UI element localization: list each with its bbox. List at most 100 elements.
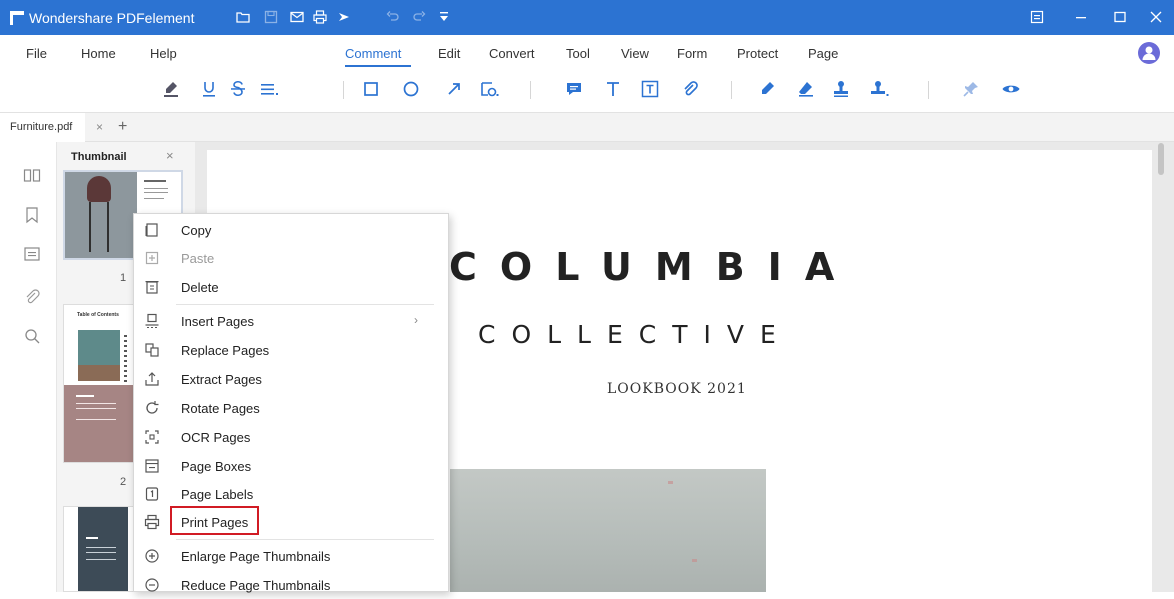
stamp-more-icon[interactable]	[868, 78, 890, 100]
rectangle-icon[interactable]	[360, 78, 382, 100]
menu-item-paste[interactable]: Paste	[134, 244, 448, 272]
user-avatar[interactable]	[1138, 42, 1160, 64]
menu-help[interactable]: Help	[150, 46, 177, 61]
print-icon[interactable]	[312, 9, 328, 25]
menu-page[interactable]: Page	[808, 46, 838, 61]
menu-item-replace-pages[interactable]: Replace Pages	[134, 336, 448, 364]
submenu-arrow-icon: ›	[414, 313, 418, 327]
menu-item-reduce-thumbnails[interactable]: Reduce Page Thumbnails	[134, 571, 448, 599]
title-bar: Wondershare PDFelement	[0, 0, 1174, 35]
menu-item-delete[interactable]: Delete	[134, 273, 448, 301]
menu-home[interactable]: Home	[81, 46, 116, 61]
menu-item-label: Enlarge Page Thumbnails	[181, 549, 331, 564]
feedback-icon[interactable]	[1029, 9, 1045, 25]
menu-item-label: OCR Pages	[181, 430, 251, 445]
shape-more-icon[interactable]	[478, 78, 500, 100]
extract-pages-icon	[142, 369, 162, 389]
zoom-out-icon	[142, 575, 162, 595]
toolbar-separator	[928, 81, 929, 99]
document-year-line: LOOKBOOK 2021	[607, 381, 747, 397]
print-pages-icon	[142, 512, 162, 532]
document-tab-strip: Furniture.pdf × +	[0, 112, 1174, 142]
menu-separator	[176, 304, 434, 305]
document-title: COLUMBIA	[449, 245, 858, 289]
circle-icon[interactable]	[400, 78, 422, 100]
toolbar-separator	[530, 81, 531, 99]
comments-panel-icon[interactable]	[22, 245, 42, 265]
highlight-icon[interactable]	[160, 78, 182, 100]
menu-separator	[176, 539, 434, 540]
open-folder-icon[interactable]	[235, 9, 251, 25]
thumbnails-icon[interactable]	[22, 166, 42, 186]
pencil-icon[interactable]	[756, 78, 778, 100]
menu-item-label: Page Labels	[181, 487, 254, 502]
app-logo-icon	[10, 11, 24, 25]
bookmark-icon[interactable]	[22, 205, 42, 225]
menu-item-ocr-pages[interactable]: OCR Pages	[134, 423, 448, 451]
menu-edit[interactable]: Edit	[438, 46, 460, 61]
menu-item-enlarge-thumbnails[interactable]: Enlarge Page Thumbnails	[134, 542, 448, 570]
eraser-icon[interactable]	[795, 78, 817, 100]
search-icon[interactable]	[22, 326, 42, 346]
user-icon	[1142, 46, 1156, 60]
menu-comment[interactable]: Comment	[345, 46, 401, 61]
menu-item-label: Paste	[181, 251, 215, 266]
menu-item-label: Reduce Page Thumbnails	[181, 578, 331, 593]
page-number-1: 1	[120, 272, 127, 284]
close-window-icon[interactable]	[1148, 9, 1164, 25]
menu-item-copy[interactable]: Copy	[134, 216, 448, 244]
document-cover-photo	[450, 469, 766, 592]
vertical-scrollbar[interactable]	[1158, 143, 1164, 175]
menu-item-rotate-pages[interactable]: Rotate Pages	[134, 394, 448, 422]
menu-protect[interactable]: Protect	[737, 46, 778, 61]
eye-icon[interactable]	[1000, 78, 1022, 100]
toolbar-separator	[731, 81, 732, 99]
tab-label: Furniture.pdf	[10, 121, 73, 133]
menu-form[interactable]: Form	[677, 46, 707, 61]
menu-item-label: Extract Pages	[181, 372, 262, 387]
stamp-icon[interactable]	[830, 78, 852, 100]
menu-item-page-boxes[interactable]: Page Boxes	[134, 452, 448, 480]
menu-view[interactable]: View	[621, 46, 649, 61]
thumbnail-panel-close-icon[interactable]: ×	[166, 148, 174, 163]
print-pages-highlight-box	[170, 506, 259, 535]
menu-convert[interactable]: Convert	[489, 46, 535, 61]
strikethrough-icon[interactable]	[227, 78, 249, 100]
zoom-in-icon	[142, 546, 162, 566]
save-icon[interactable]	[263, 9, 279, 25]
menu-file[interactable]: File	[26, 46, 47, 61]
select-cursor-icon[interactable]	[336, 9, 352, 25]
menu-tool[interactable]: Tool	[566, 46, 590, 61]
attachment-icon[interactable]	[679, 78, 701, 100]
page-boxes-icon	[142, 456, 162, 476]
active-menu-underline	[345, 65, 411, 67]
textbox-icon[interactable]	[639, 78, 661, 100]
quick-access-dropdown-icon[interactable]	[436, 9, 452, 25]
new-tab-button[interactable]: +	[118, 118, 127, 136]
menu-item-insert-pages[interactable]: Insert Pages ›	[134, 307, 448, 335]
note-icon[interactable]	[563, 78, 585, 100]
insert-pages-icon	[142, 311, 162, 331]
page-labels-icon	[142, 484, 162, 504]
maximize-icon[interactable]	[1112, 9, 1128, 25]
text-icon[interactable]	[602, 78, 624, 100]
menu-item-page-labels[interactable]: Page Labels	[134, 480, 448, 508]
app-title: Wondershare PDFelement	[29, 10, 195, 26]
undo-icon[interactable]	[385, 9, 401, 25]
underline-icon[interactable]	[198, 78, 220, 100]
redo-icon[interactable]	[411, 9, 427, 25]
menu-bar: File Home Help Comment Edit Convert Tool…	[0, 35, 1174, 71]
tab-close-icon[interactable]: ×	[96, 120, 103, 134]
attachments-panel-icon[interactable]	[22, 287, 42, 307]
text-lines-icon[interactable]	[258, 78, 280, 100]
arrow-icon[interactable]	[443, 78, 465, 100]
menu-item-label: Rotate Pages	[181, 401, 260, 416]
pin-icon[interactable]	[960, 78, 982, 100]
tab-furniture-pdf[interactable]: Furniture.pdf ×	[0, 113, 103, 142]
menu-item-label: Copy	[181, 223, 212, 238]
menu-item-label: Page Boxes	[181, 459, 252, 474]
menu-item-extract-pages[interactable]: Extract Pages	[134, 365, 448, 393]
minimize-icon[interactable]	[1073, 9, 1089, 25]
email-icon[interactable]	[289, 9, 305, 25]
page-context-menu: Copy Paste Delete Insert Pages › Replace…	[133, 213, 449, 593]
